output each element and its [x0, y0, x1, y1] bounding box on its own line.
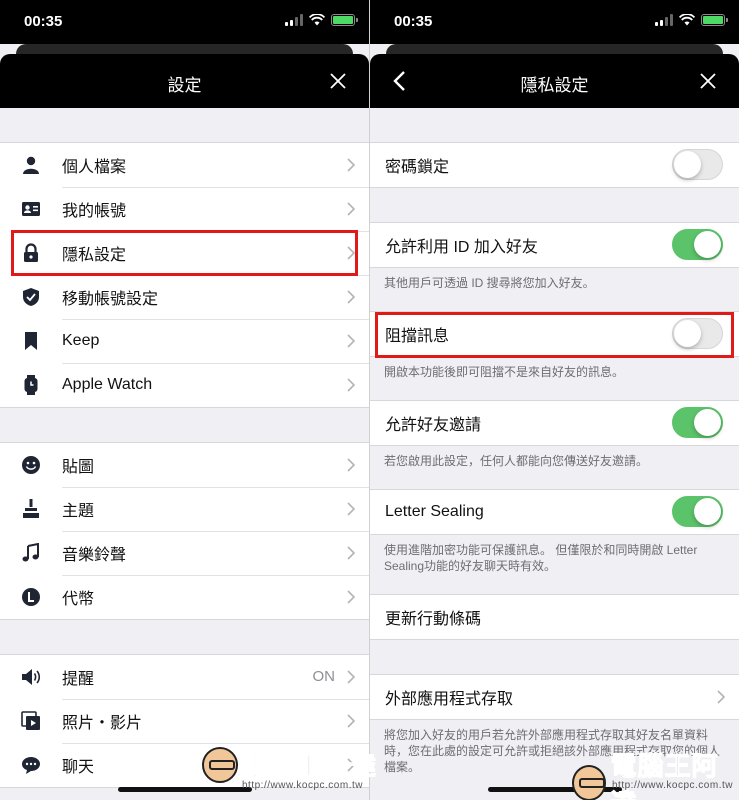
letter-sealing-note: 使用進階加密功能可保護訊息。 但僅限於和同時開啟 Letter Sealing功…	[370, 535, 739, 582]
chevron-right-icon	[717, 690, 725, 704]
allow-id-note: 其他用戶可透過 ID 搜尋將您加入好友。	[370, 268, 739, 299]
settings-panel: 00:35 設定 個人檔案 我的帳號 隱私設定 移動帳號設定 Keep Appl…	[0, 0, 369, 800]
settings-item-account[interactable]: 我的帳號	[0, 187, 369, 231]
chevron-right-icon	[347, 590, 355, 604]
id-card-icon	[0, 199, 62, 219]
shield-icon	[0, 287, 62, 307]
status-time: 00:35	[394, 13, 433, 30]
chevron-right-icon	[347, 502, 355, 516]
wifi-icon	[679, 14, 695, 26]
status-bar: 00:35	[370, 0, 739, 44]
settings-group-account: 個人檔案 我的帳號 隱私設定 移動帳號設定 Keep Apple Watch	[0, 142, 369, 408]
chevron-right-icon	[347, 334, 355, 348]
chevron-right-icon	[347, 458, 355, 472]
home-indicator	[118, 787, 252, 792]
settings-item-apple-watch[interactable]: Apple Watch	[0, 363, 369, 407]
close-icon[interactable]	[699, 72, 717, 90]
letter-sealing-row: Letter Sealing	[370, 490, 739, 534]
close-icon[interactable]	[329, 72, 347, 90]
music-note-icon	[0, 543, 62, 563]
settings-item-coins[interactable]: 代幣	[0, 575, 369, 619]
settings-item-photos-videos[interactable]: 照片・影片	[0, 699, 369, 743]
mascot-icon	[572, 765, 607, 800]
status-time: 00:35	[24, 13, 63, 30]
status-bar: 00:35	[0, 0, 369, 44]
chevron-right-icon	[347, 246, 355, 260]
coin-icon	[0, 587, 62, 607]
watermark-logo: 電腦王阿達 http://www.kocpc.com.tw	[202, 746, 377, 791]
signal-icon	[285, 14, 303, 26]
lock-icon	[0, 243, 62, 263]
page-title: 設定	[167, 76, 202, 95]
chevron-right-icon	[347, 378, 355, 392]
allow-invites-note: 若您啟用此設定，任何人都能向您傳送好友邀請。	[370, 446, 739, 477]
settings-item-keep[interactable]: Keep	[0, 319, 369, 363]
allow-id-row: 允許利用 ID 加入好友	[370, 223, 739, 267]
settings-item-themes[interactable]: 主題	[0, 487, 369, 531]
chevron-right-icon	[347, 714, 355, 728]
notifications-value: ON	[312, 668, 336, 685]
allow-invites-row: 允許好友邀請	[370, 401, 739, 445]
settings-group-content: 貼圖 主題 音樂鈴聲 代幣	[0, 442, 369, 620]
settings-item-privacy[interactable]: 隱私設定	[0, 231, 369, 275]
chevron-right-icon	[347, 546, 355, 560]
nav-bar: 設定	[0, 54, 369, 108]
nav-bar: 隱私設定	[370, 54, 739, 108]
block-messages-row: 阻擋訊息	[370, 312, 739, 356]
chevron-right-icon	[347, 290, 355, 304]
watermark-logo: 電腦王阿達 http://www.kocpc.com.tw	[572, 746, 739, 800]
block-messages-toggle[interactable]	[672, 318, 723, 349]
external-app-access-row[interactable]: 外部應用程式存取	[370, 675, 739, 719]
allow-invites-toggle[interactable]	[672, 407, 723, 438]
settings-item-notifications[interactable]: 提醒 ON	[0, 655, 369, 699]
privacy-panel: 00:35 隱私設定 密碼鎖定 允許利用 ID 加入好友 其他用戶可透過 ID …	[370, 0, 739, 800]
battery-icon	[701, 14, 728, 26]
mascot-icon	[202, 746, 238, 783]
settings-item-stickers[interactable]: 貼圖	[0, 443, 369, 487]
settings-item-profile[interactable]: 個人檔案	[0, 143, 369, 187]
passcode-lock-row: 密碼鎖定	[370, 143, 739, 187]
battery-icon	[331, 14, 358, 26]
wifi-icon	[309, 14, 325, 26]
watch-icon	[0, 375, 62, 395]
bookmark-icon	[0, 331, 62, 351]
brush-icon	[0, 499, 62, 519]
letter-sealing-toggle[interactable]	[672, 496, 723, 527]
update-qr-code-row[interactable]: 更新行動條碼	[370, 595, 739, 639]
block-messages-note: 開啟本功能後即可阻擋不是來自好友的訊息。	[370, 357, 739, 388]
speaker-icon	[0, 667, 62, 687]
person-icon	[0, 155, 62, 175]
settings-item-ringtones[interactable]: 音樂鈴聲	[0, 531, 369, 575]
photo-video-icon	[0, 711, 62, 731]
passcode-lock-toggle[interactable]	[672, 149, 723, 180]
chevron-right-icon	[347, 158, 355, 172]
signal-icon	[655, 14, 673, 26]
chat-icon	[0, 755, 62, 775]
chevron-right-icon	[347, 202, 355, 216]
page-title: 隱私設定	[520, 76, 589, 95]
settings-item-transfer-account[interactable]: 移動帳號設定	[0, 275, 369, 319]
chevron-right-icon	[347, 670, 355, 684]
allow-id-toggle[interactable]	[672, 229, 723, 260]
smiley-icon	[0, 455, 62, 475]
